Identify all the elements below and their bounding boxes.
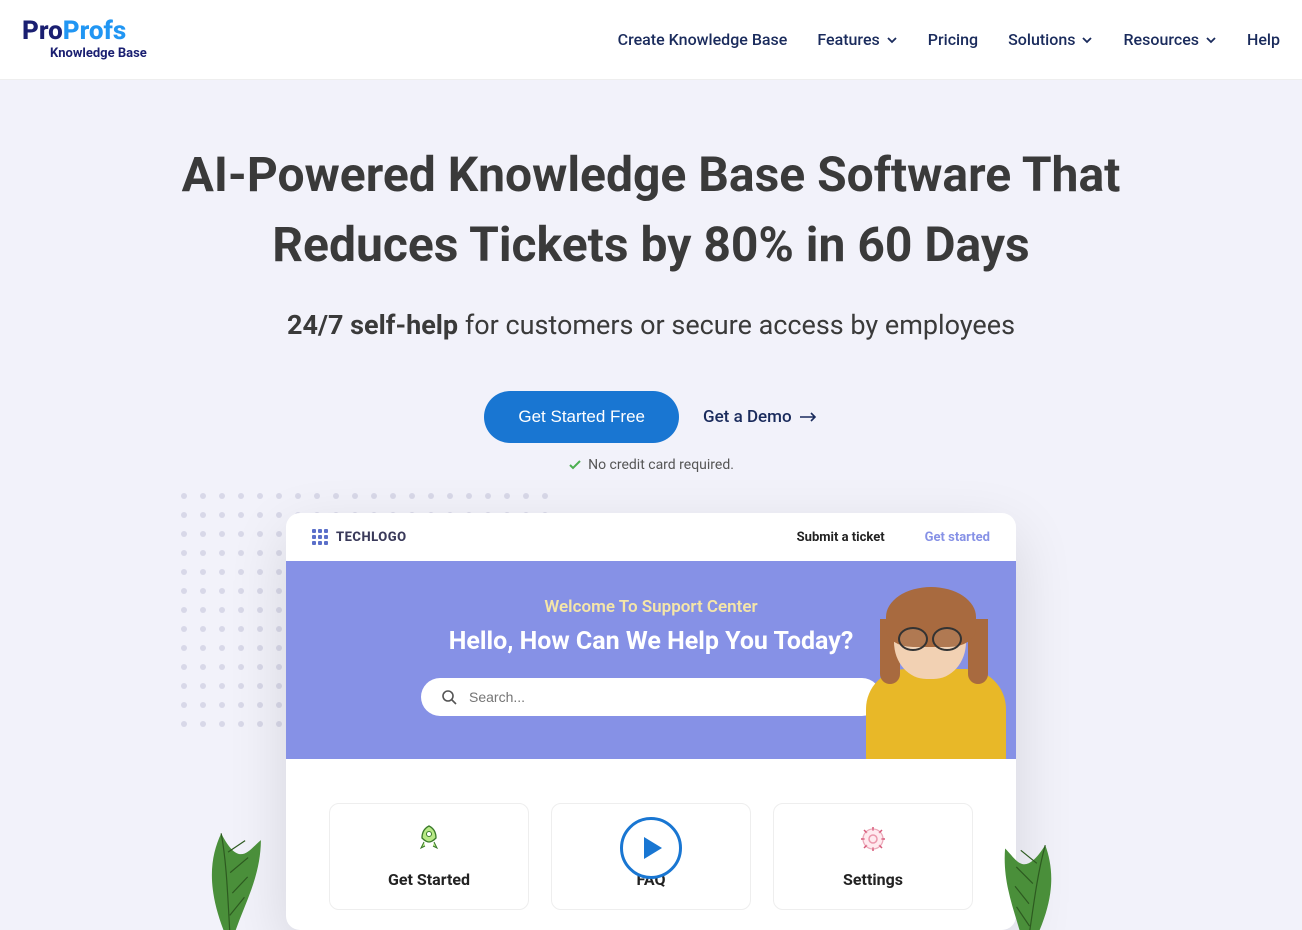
demo-banner: Welcome To Support Center Hello, How Can… — [286, 561, 1016, 759]
hero-subtitle: 24/7 self-help for customers or secure a… — [20, 309, 1282, 341]
card-title: Get Started — [360, 870, 498, 889]
chevron-down-icon — [886, 34, 898, 46]
logo-part2: Profs — [63, 16, 126, 46]
play-icon — [644, 837, 662, 859]
get-started-free-button[interactable]: Get Started Free — [484, 391, 679, 443]
rocket-icon — [414, 824, 444, 854]
demo-topbar: TECHLOGO Submit a ticket Get started — [286, 513, 1016, 561]
check-icon — [568, 458, 582, 472]
play-video-button[interactable] — [620, 817, 682, 879]
nav-resources[interactable]: Resources — [1123, 30, 1217, 49]
submit-ticket-link[interactable]: Submit a ticket — [797, 530, 885, 545]
cta-row: Get Started Free Get a Demo — [20, 391, 1282, 443]
logo[interactable]: ProProfs Knowledge Base — [22, 18, 147, 61]
logo-part1: Pro — [22, 16, 63, 46]
site-header: ProProfs Knowledge Base Create Knowledge… — [0, 0, 1302, 80]
no-credit-card: No credit card required. — [20, 457, 1282, 473]
nav-pricing[interactable]: Pricing — [928, 30, 978, 49]
gear-icon — [858, 824, 888, 854]
grid-icon — [312, 529, 328, 545]
card-title: Settings — [804, 870, 942, 889]
main-nav: Create Knowledge Base Features Pricing S… — [618, 30, 1280, 49]
chevron-down-icon — [1081, 34, 1093, 46]
card-settings[interactable]: Settings — [773, 803, 973, 910]
search-icon — [441, 689, 457, 705]
demo-links: Submit a ticket Get started — [797, 530, 990, 545]
hero-title: AI-Powered Knowledge Base Software That … — [151, 140, 1151, 279]
demo-search[interactable] — [421, 678, 881, 716]
nav-create-kb[interactable]: Create Knowledge Base — [618, 30, 788, 49]
person-illustration — [856, 561, 1016, 759]
demo-logo: TECHLOGO — [312, 529, 407, 545]
chevron-down-icon — [1205, 34, 1217, 46]
card-get-started[interactable]: Get Started — [329, 803, 529, 910]
demo-get-started-link[interactable]: Get started — [925, 530, 990, 545]
hero-section: AI-Powered Knowledge Base Software That … — [0, 80, 1302, 930]
logo-subtitle: Knowledge Base — [50, 46, 147, 61]
get-demo-link[interactable]: Get a Demo — [703, 407, 818, 427]
search-input[interactable] — [469, 689, 861, 705]
nav-solutions[interactable]: Solutions — [1008, 30, 1093, 49]
arrow-right-icon — [800, 412, 818, 422]
nav-help[interactable]: Help — [1247, 30, 1280, 49]
nav-features[interactable]: Features — [817, 30, 897, 49]
